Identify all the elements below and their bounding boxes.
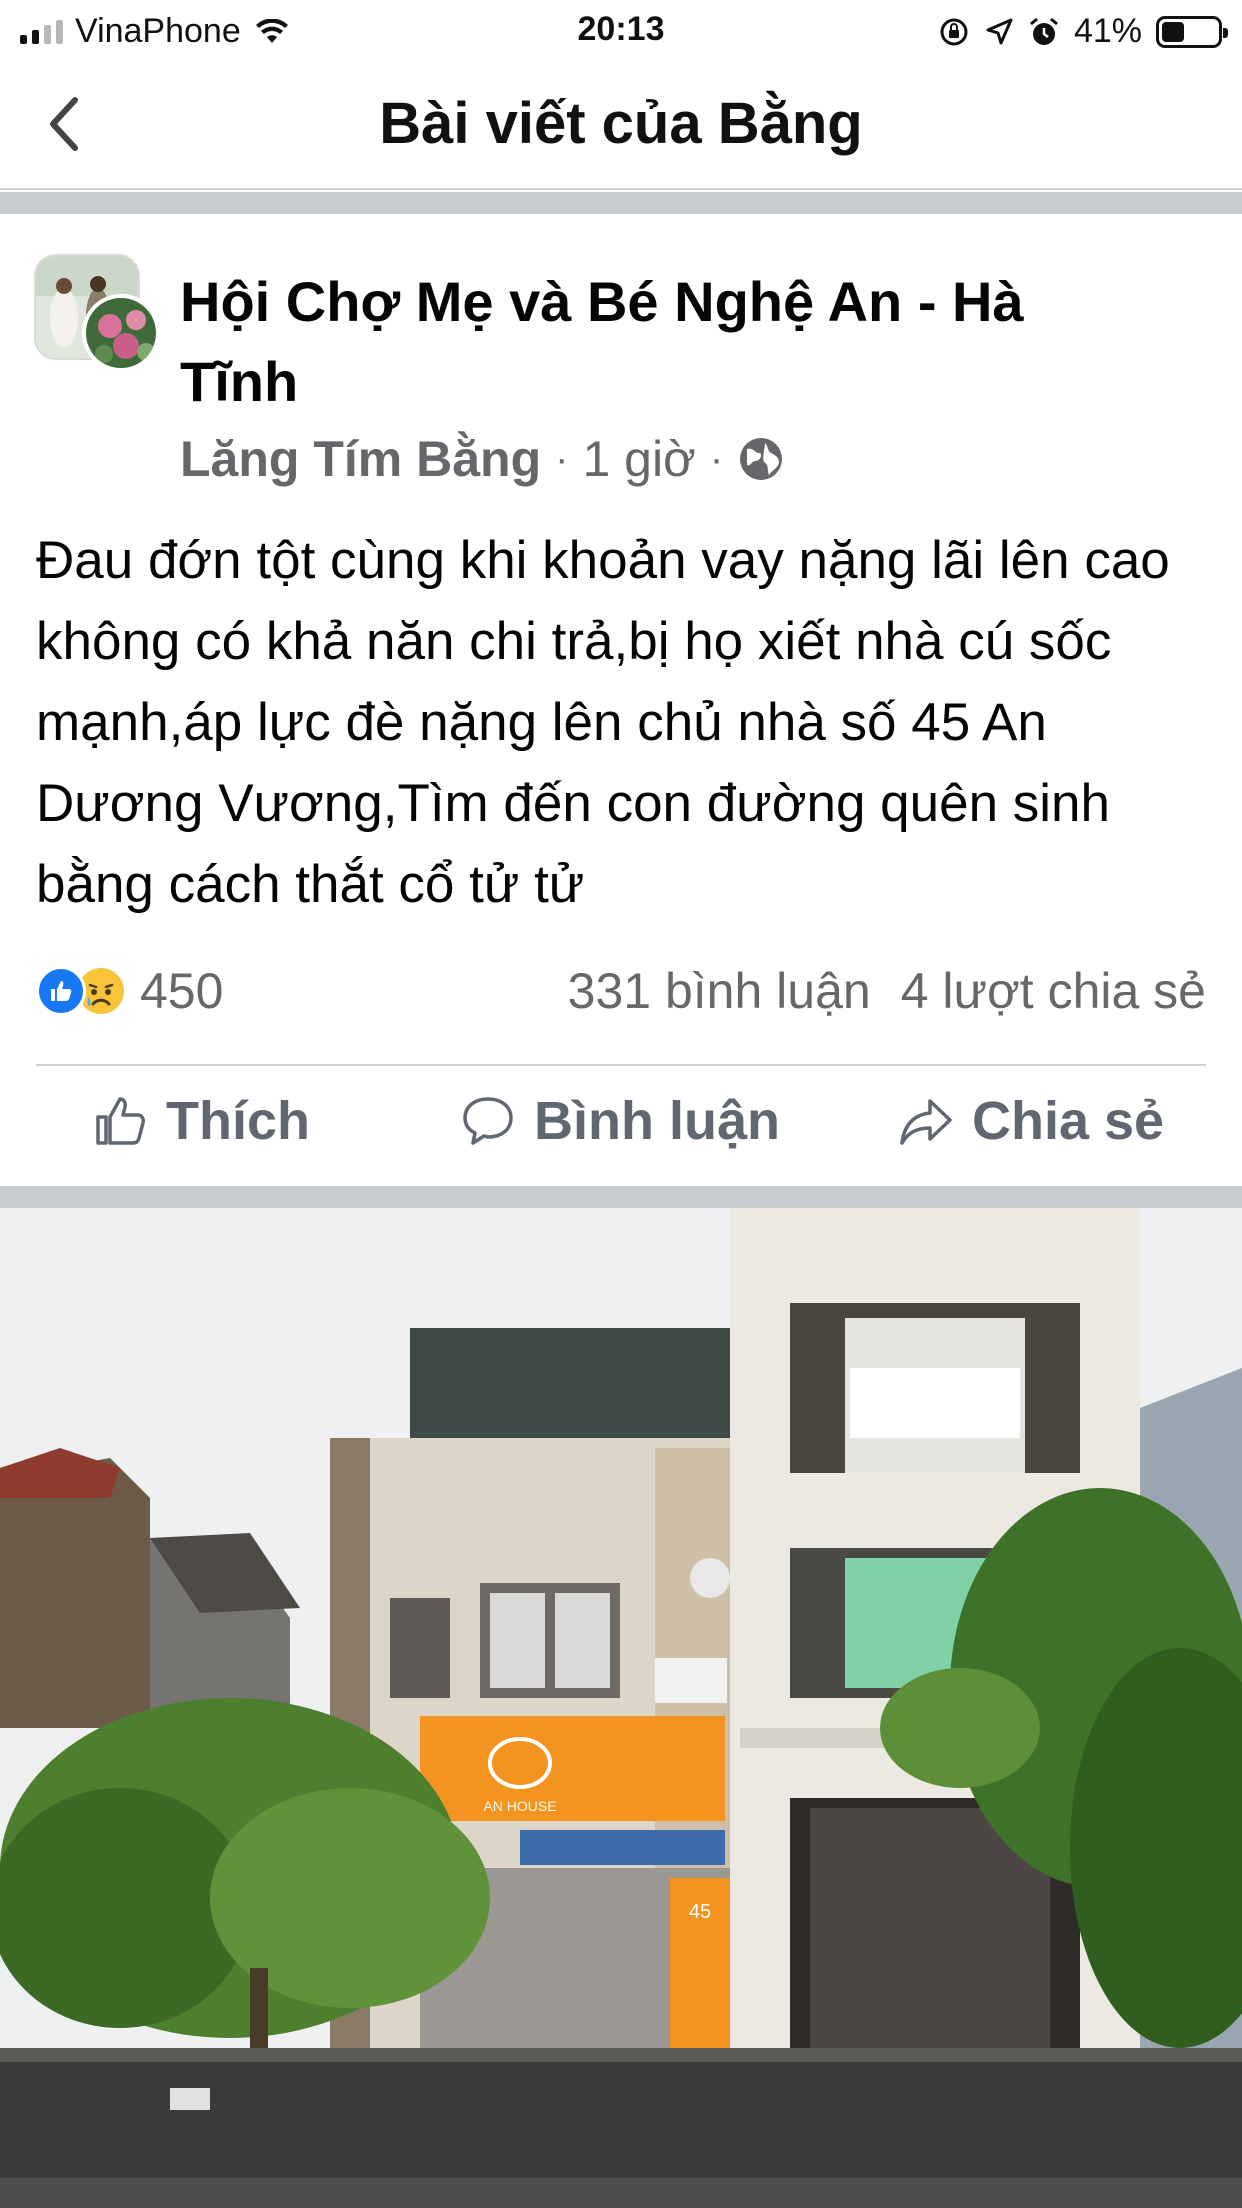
like-button[interactable]: Thích — [92, 1090, 310, 1152]
house-number-text: 45 — [689, 1901, 711, 1923]
battery-percent: 41% — [1073, 12, 1142, 50]
like-reaction-icon — [36, 966, 86, 1016]
post-time[interactable]: 1 giờ — [582, 430, 695, 488]
meta-separator: · — [709, 436, 724, 481]
section-divider — [0, 1186, 1242, 1208]
author-photo — [86, 298, 156, 368]
section-divider — [0, 192, 1242, 214]
nav-header: Bài viết của Bằng — [0, 62, 1242, 190]
author-avatar[interactable] — [82, 294, 160, 372]
comment-button[interactable]: Bình luận — [460, 1090, 780, 1152]
share-button[interactable]: Chia sẻ — [898, 1090, 1164, 1152]
reaction-count: 450 — [140, 963, 224, 1019]
post-actions: Thích Bình luận Chia sẻ — [0, 1090, 1242, 1164]
comment-label: Bình luận — [534, 1091, 780, 1151]
author-name-link[interactable]: Lăng Tím Bằng — [180, 430, 541, 488]
orientation-lock-icon — [940, 18, 968, 45]
share-label: Chia sẻ — [972, 1091, 1165, 1151]
reaction-summary[interactable]: 450 — [36, 962, 223, 1020]
comment-count-link[interactable]: 331 bình luận — [568, 962, 871, 1020]
status-right: 41% — [938, 12, 1228, 51]
globe-icon — [740, 438, 783, 480]
post-photo[interactable]: AN HOUSE 45 — [0, 1208, 1242, 2208]
street-scene-image: AN HOUSE 45 — [0, 1208, 1242, 2208]
cafe-sign-text: AN HOUSE — [483, 1798, 556, 1814]
status-bar: VinaPhone 20:13 41% — [0, 0, 1242, 62]
engagement-stats: 331 bình luận 4 lượt chia sẻ — [568, 962, 1206, 1020]
comment-bubble-icon — [463, 1097, 513, 1145]
meta-separator: · — [555, 436, 569, 481]
alarm-icon — [1029, 17, 1058, 45]
actions-divider — [36, 1064, 1206, 1066]
like-label: Thích — [166, 1091, 310, 1151]
thumbs-up-icon — [96, 1097, 145, 1145]
share-count-link[interactable]: 4 lượt chia sẻ — [901, 962, 1206, 1020]
share-arrow-icon — [900, 1099, 952, 1145]
post-body: Đau đớn tột cùng khi khoản vay nặng lãi … — [36, 531, 1170, 914]
battery-icon — [1156, 15, 1228, 48]
location-icon — [986, 18, 1013, 44]
post-meta: Lăng Tím Bằng · 1 giờ · — [180, 430, 785, 488]
battery-level — [1162, 21, 1185, 42]
group-name-link[interactable]: Hội Chợ Mẹ và Bé Nghệ An - Hà Tĩnh — [180, 262, 1080, 422]
page-title: Bài viết của Bằng — [379, 91, 863, 156]
